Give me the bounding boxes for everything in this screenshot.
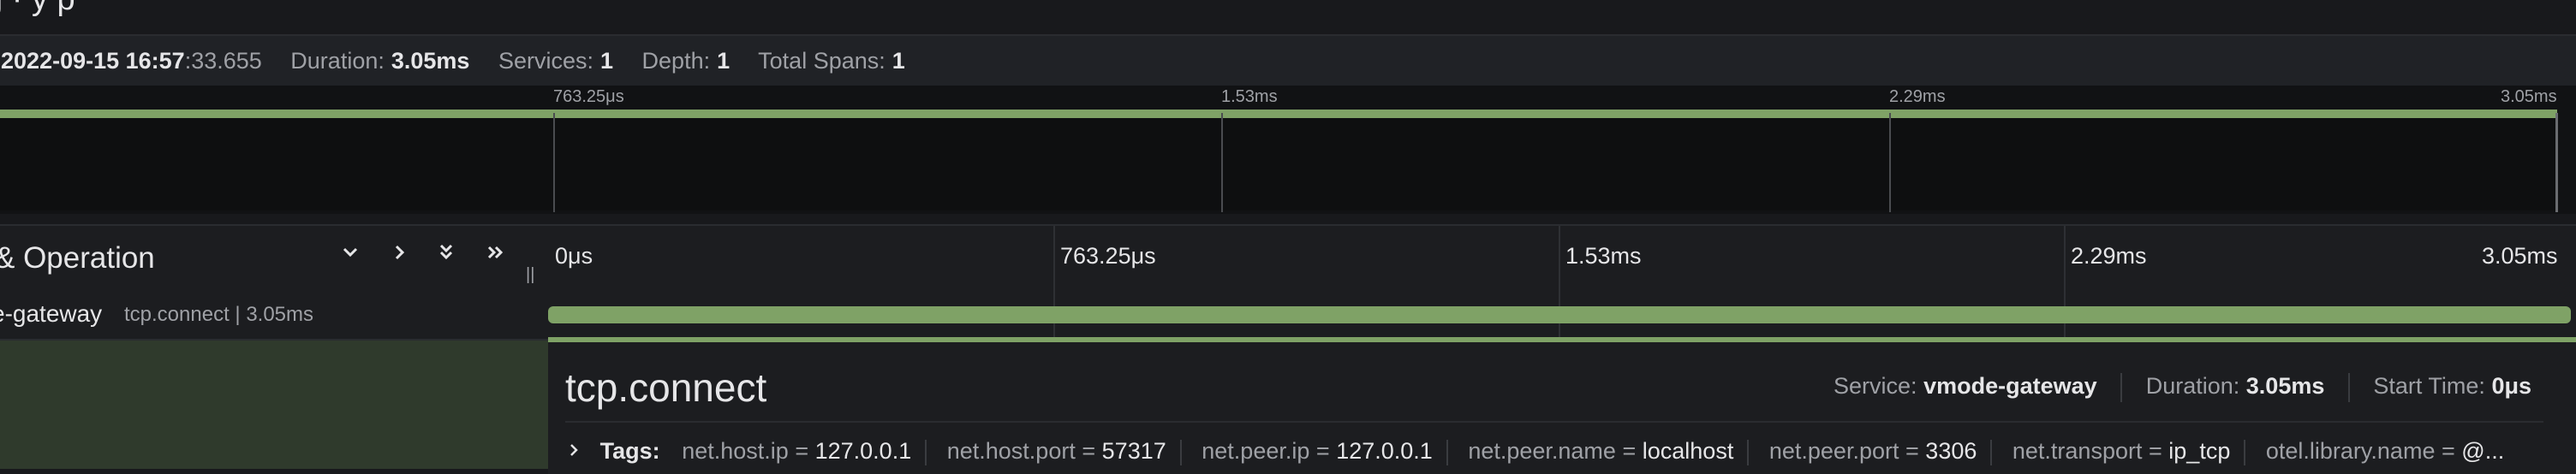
- trace-minimap[interactable]: 763.25μs 1.53ms 2.29ms 3.05ms: [0, 86, 2576, 214]
- minimap-gridline: [1889, 113, 1891, 212]
- timeline-gridline: [1053, 226, 1055, 293]
- tags-row[interactable]: Tags: net.host.ip = 127.0.0.1 net.host.p…: [565, 438, 2561, 465]
- column-resize-handle[interactable]: ||: [526, 265, 534, 285]
- page-title-strip: g · y p: [0, 0, 2576, 34]
- meta-divider: [2120, 373, 2123, 402]
- detail-start-label: Start Time:: [2373, 373, 2485, 400]
- timeline-header: || 0μs 763.25μs 1.53ms 2.29ms 3.05ms: [526, 224, 2576, 294]
- total-spans-label: Total Spans:: [758, 48, 886, 74]
- span-service-name: e-gateway: [0, 300, 103, 327]
- minimap-gridline: [1221, 113, 1223, 212]
- tag-divider: [2244, 439, 2246, 465]
- double-chevron-down-icon[interactable]: [435, 241, 457, 270]
- span-operation-name: tcp.connect | 3.05ms: [124, 303, 314, 326]
- tag-divider: [1179, 439, 1182, 465]
- depth-label: Depth:: [641, 48, 711, 74]
- minimap-span-bar: [0, 110, 2557, 118]
- total-spans-meta: Total Spans: 1: [758, 48, 912, 74]
- tag-item: net.peer.name = localhost: [1468, 438, 1734, 464]
- span-detail-operation: tcp.connect: [565, 365, 767, 410]
- tag-divider: [1446, 439, 1448, 465]
- span-detail-meta: Service: vmode-gateway Duration: 3.05ms …: [1834, 373, 2531, 402]
- detail-service-value: vmode-gateway: [1923, 373, 2097, 400]
- chevron-right-icon[interactable]: [389, 241, 411, 270]
- minimap-area[interactable]: [0, 118, 2557, 210]
- duration-value: 3.05ms: [391, 48, 470, 74]
- start-time-meta: t:2022-09-15 16:57:33.655: [0, 48, 269, 74]
- minimap-tick: 1.53ms: [1221, 87, 1278, 106]
- duration-meta: Duration: 3.05ms: [290, 48, 476, 74]
- timeline-tick: 763.25μs: [1060, 243, 1156, 269]
- depth-value: 1: [717, 48, 730, 74]
- minimap-tick: 3.05ms: [2501, 87, 2557, 106]
- detail-start-value: 0μs: [2491, 373, 2531, 400]
- meta-divider: [2347, 373, 2350, 402]
- span-detail-panel: tcp.connect Service: vmode-gateway Durat…: [548, 337, 2576, 474]
- trace-meta-bar: t:2022-09-15 16:57:33.655 Duration:3.05m…: [0, 34, 2576, 87]
- timeline-gridline: [1559, 226, 1560, 293]
- start-time-date: 2022-09-15 16:57: [1, 48, 185, 74]
- chevron-right-icon[interactable]: [565, 441, 588, 464]
- tag-item: net.peer.ip = 127.0.0.1: [1202, 438, 1433, 464]
- detail-duration-label: Duration:: [2145, 373, 2240, 400]
- tag-item: net.host.ip = 127.0.0.1: [682, 438, 912, 464]
- chevron-down-icon[interactable]: [339, 241, 361, 270]
- total-spans-value: 1: [891, 48, 905, 74]
- tag-item: net.transport = ip_tcp: [2012, 438, 2231, 464]
- tag-divider: [925, 439, 927, 465]
- minimap-tick: 763.25μs: [553, 87, 624, 106]
- minimap-tick: 2.29ms: [1889, 87, 1946, 106]
- services-value: 1: [600, 48, 614, 74]
- services-label: Services:: [498, 48, 593, 74]
- span-bar[interactable]: [548, 306, 2571, 323]
- span-row-label[interactable]: e-gateway tcp.connect | 3.05ms: [0, 293, 548, 341]
- page-title: g · y p: [0, 0, 75, 18]
- services-meta: Services: 1: [498, 48, 620, 74]
- tag-divider: [1990, 439, 1993, 465]
- timeline-tick: 0μs: [555, 243, 593, 269]
- tag-divider: [1747, 439, 1750, 465]
- trace-meta-row: t:2022-09-15 16:57:33.655 Duration:3.05m…: [0, 48, 927, 74]
- start-time-seconds: :33.655: [184, 48, 262, 74]
- minimap-gridline: [553, 113, 555, 212]
- duration-label: Duration:: [290, 48, 385, 74]
- tags-label: Tags:: [599, 438, 660, 464]
- span-detail-gutter: [0, 341, 548, 469]
- double-chevron-right-icon[interactable]: [485, 241, 507, 270]
- service-operation-title: & Operation: [0, 241, 155, 275]
- tag-item: net.host.port = 57317: [946, 438, 1166, 464]
- minimap-right-handle[interactable]: [2555, 113, 2558, 212]
- detail-duration-value: 3.05ms: [2245, 373, 2325, 400]
- depth-meta: Depth: 1: [642, 48, 737, 74]
- timeline-tick: 3.05ms: [2482, 243, 2558, 269]
- timeline-tick: 1.53ms: [1565, 243, 1642, 269]
- span-row-timeline[interactable]: [548, 293, 2576, 341]
- tag-item: net.peer.port = 3306: [1768, 438, 1977, 464]
- service-operation-header: & Operation: [0, 224, 548, 294]
- detail-service-label: Service:: [1834, 373, 1917, 400]
- timeline-tick: 2.29ms: [2071, 243, 2147, 269]
- timeline-gridline: [2064, 226, 2066, 293]
- tag-item: otel.library.name = @...: [2265, 438, 2505, 464]
- detail-divider: [565, 421, 2543, 423]
